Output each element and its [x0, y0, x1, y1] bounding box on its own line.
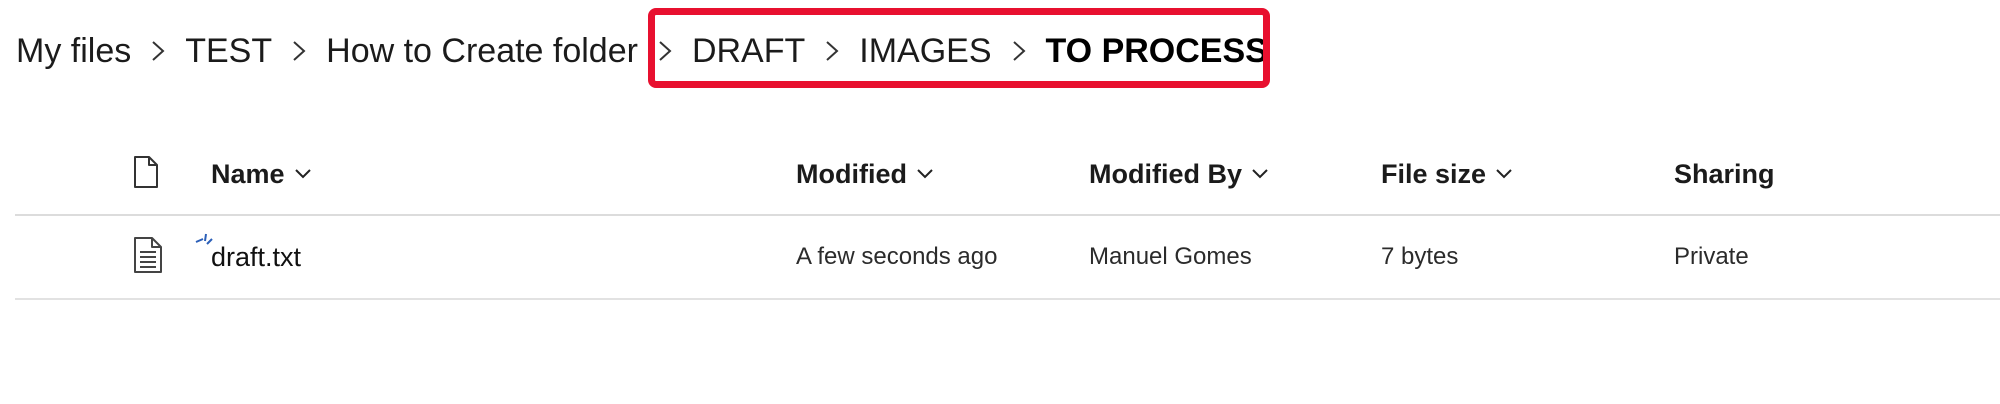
breadcrumb: My files TEST How to Create folder DRAFT… [16, 18, 1268, 84]
chevron-right-icon [992, 31, 1046, 71]
table-header-row: Name Modified Modified By File size Shar… [15, 134, 2000, 216]
modified-by-cell: Manuel Gomes [1089, 243, 1252, 270]
text-file-icon [133, 236, 163, 278]
table-row[interactable]: draft.txt A few seconds ago Manuel Gomes… [15, 216, 2000, 300]
files-table: Name Modified Modified By File size Shar… [15, 134, 2000, 300]
modified-column-label: Modified [796, 158, 907, 189]
chevron-down-icon [1252, 169, 1268, 179]
chevron-right-icon [805, 31, 859, 71]
document-icon [133, 155, 159, 193]
breadcrumb-item-draft[interactable]: DRAFT [692, 32, 805, 71]
file-name-link[interactable]: draft.txt [211, 242, 301, 273]
modified-by-column-header[interactable]: Modified By [1089, 134, 1268, 214]
file-icon-cell [133, 216, 163, 298]
name-column-header[interactable]: Name [211, 134, 311, 214]
breadcrumb-item-how-to-create-folder[interactable]: How to Create folder [326, 32, 638, 71]
chevron-right-icon [131, 31, 185, 71]
chevron-right-icon [638, 31, 692, 71]
breadcrumb-item-my-files[interactable]: My files [16, 32, 131, 71]
chevron-right-icon [272, 31, 326, 71]
chevron-down-icon [1496, 169, 1512, 179]
sharing-cell[interactable]: Private [1674, 216, 1749, 298]
file-name-cell: draft.txt [211, 216, 301, 298]
files-page: My files TEST How to Create folder DRAFT… [0, 0, 2000, 404]
modified-by-column-label: Modified By [1089, 158, 1242, 189]
file-size-column-label: File size [1381, 158, 1487, 189]
modified-cell: A few seconds ago [796, 243, 998, 270]
file-type-column-header[interactable] [133, 134, 159, 214]
sharing-column-label: Sharing [1674, 158, 1775, 189]
chevron-down-icon [917, 169, 933, 179]
chevron-down-icon [294, 169, 311, 179]
name-column-label: Name [211, 158, 285, 189]
breadcrumb-item-images[interactable]: IMAGES [859, 32, 991, 71]
breadcrumb-item-test[interactable]: TEST [185, 32, 272, 71]
modified-column-header[interactable]: Modified [796, 134, 933, 214]
file-size-cell: 7 bytes [1381, 243, 1459, 270]
file-size-column-header[interactable]: File size [1381, 134, 1512, 214]
sharing-column-header[interactable]: Sharing [1674, 134, 1775, 214]
breadcrumb-item-to-process: TO PROCESS [1045, 31, 1268, 70]
